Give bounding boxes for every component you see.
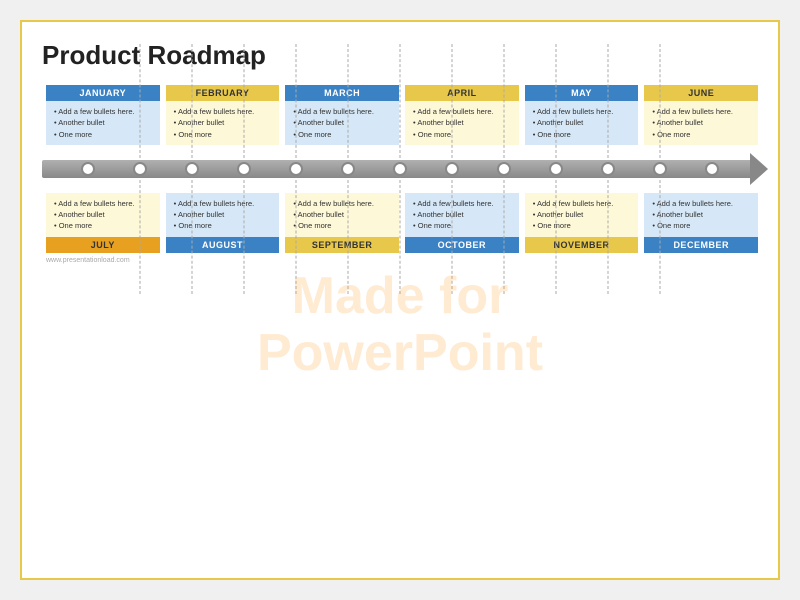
month-header: FEBRUARY	[166, 85, 280, 101]
bullet-item: One more	[533, 220, 634, 231]
month-card-january: JANUARYAdd a few bullets here.Another bu…	[46, 85, 160, 145]
timeline-dot	[601, 162, 615, 176]
month-header: MAY	[525, 85, 639, 101]
bullet-item: One more	[413, 220, 514, 231]
month-card-june: JUNEAdd a few bullets here.Another bulle…	[644, 85, 758, 145]
month-header: OCTOBER	[405, 237, 519, 253]
bullet-item: Add a few bullets here.	[533, 198, 634, 209]
bullet-item: Add a few bullets here.	[652, 106, 753, 117]
bullet-item: Another bullet	[293, 117, 394, 128]
bullet-item: Another bullet	[174, 117, 275, 128]
month-body: Add a few bullets here.Another bulletOne…	[525, 101, 639, 145]
bullet-item: One more	[652, 129, 753, 140]
month-card-april: APRILAdd a few bullets here.Another bull…	[405, 85, 519, 145]
bullet-item: One more	[652, 220, 753, 231]
timeline-dot	[497, 162, 511, 176]
month-header: AUGUST	[166, 237, 280, 253]
bullet-item: Another bullet	[533, 209, 634, 220]
month-header: JANUARY	[46, 85, 160, 101]
month-header: NOVEMBER	[525, 237, 639, 253]
month-body: Add a few bullets here.Another bulletOne…	[166, 193, 280, 237]
timeline-dot	[133, 162, 147, 176]
timeline-dot	[185, 162, 199, 176]
timeline-dot	[549, 162, 563, 176]
month-card-july: Add a few bullets here.Another bulletOne…	[46, 193, 160, 253]
bullet-item: One more	[533, 129, 634, 140]
bullet-item: One more	[293, 129, 394, 140]
month-header: JULY	[46, 237, 160, 253]
month-card-december: Add a few bullets here.Another bulletOne…	[644, 193, 758, 253]
month-card-march: MARCHAdd a few bullets here.Another bull…	[285, 85, 399, 145]
timeline-dot	[445, 162, 459, 176]
bullet-item: Add a few bullets here.	[174, 106, 275, 117]
month-body: Add a few bullets here.Another bulletOne…	[525, 193, 639, 237]
bullet-item: Add a few bullets here.	[652, 198, 753, 209]
month-header: DECEMBER	[644, 237, 758, 253]
month-header: JUNE	[644, 85, 758, 101]
timeline-dot	[237, 162, 251, 176]
bullet-item: One more	[293, 220, 394, 231]
bullet-item: Add a few bullets here.	[533, 106, 634, 117]
slide: Product Roadmap Made forPowerPoint JANUA…	[20, 20, 780, 580]
timeline-dot	[81, 162, 95, 176]
bullet-item: One more	[413, 129, 514, 140]
month-body: Add a few bullets here.Another bulletOne…	[46, 101, 160, 145]
bullet-item: Another bullet	[413, 209, 514, 220]
month-body: Add a few bullets here.Another bulletOne…	[644, 193, 758, 237]
month-card-august: Add a few bullets here.Another bulletOne…	[166, 193, 280, 253]
timeline-dot	[341, 162, 355, 176]
month-body: Add a few bullets here.Another bulletOne…	[285, 193, 399, 237]
bullet-item: Another bullet	[293, 209, 394, 220]
timeline-dot	[393, 162, 407, 176]
bullet-item: Another bullet	[174, 209, 275, 220]
timeline-dots	[42, 162, 758, 176]
month-header: MARCH	[285, 85, 399, 101]
month-body: Add a few bullets here.Another bulletOne…	[285, 101, 399, 145]
timeline	[42, 151, 758, 187]
month-header: APRIL	[405, 85, 519, 101]
bullet-item: Add a few bullets here.	[293, 198, 394, 209]
bullet-item: One more	[174, 220, 275, 231]
month-body: Add a few bullets here.Another bulletOne…	[405, 101, 519, 145]
month-card-november: Add a few bullets here.Another bulletOne…	[525, 193, 639, 253]
month-card-october: Add a few bullets here.Another bulletOne…	[405, 193, 519, 253]
month-header: SEPTEMBER	[285, 237, 399, 253]
month-card-february: FEBRUARYAdd a few bullets here.Another b…	[166, 85, 280, 145]
month-body: Add a few bullets here.Another bulletOne…	[46, 193, 160, 237]
bullet-item: Another bullet	[413, 117, 514, 128]
month-card-september: Add a few bullets here.Another bulletOne…	[285, 193, 399, 253]
bullet-item: Another bullet	[533, 117, 634, 128]
bullet-item: Another bullet	[652, 209, 753, 220]
bullet-item: Add a few bullets here.	[413, 106, 514, 117]
month-body: Add a few bullets here.Another bulletOne…	[166, 101, 280, 145]
bullet-item: Add a few bullets here.	[174, 198, 275, 209]
month-body: Add a few bullets here.Another bulletOne…	[644, 101, 758, 145]
month-body: Add a few bullets here.Another bulletOne…	[405, 193, 519, 237]
timeline-dot	[289, 162, 303, 176]
bullet-item: Add a few bullets here.	[293, 106, 394, 117]
timeline-dot	[705, 162, 719, 176]
bullet-item: Another bullet	[652, 117, 753, 128]
month-card-may: MAYAdd a few bullets here.Another bullet…	[525, 85, 639, 145]
roadmap-area: Made forPowerPoint JANUARYAdd a few bull…	[42, 85, 758, 564]
timeline-dot	[653, 162, 667, 176]
bullet-item: Add a few bullets here.	[413, 198, 514, 209]
bullet-item: One more	[174, 129, 275, 140]
